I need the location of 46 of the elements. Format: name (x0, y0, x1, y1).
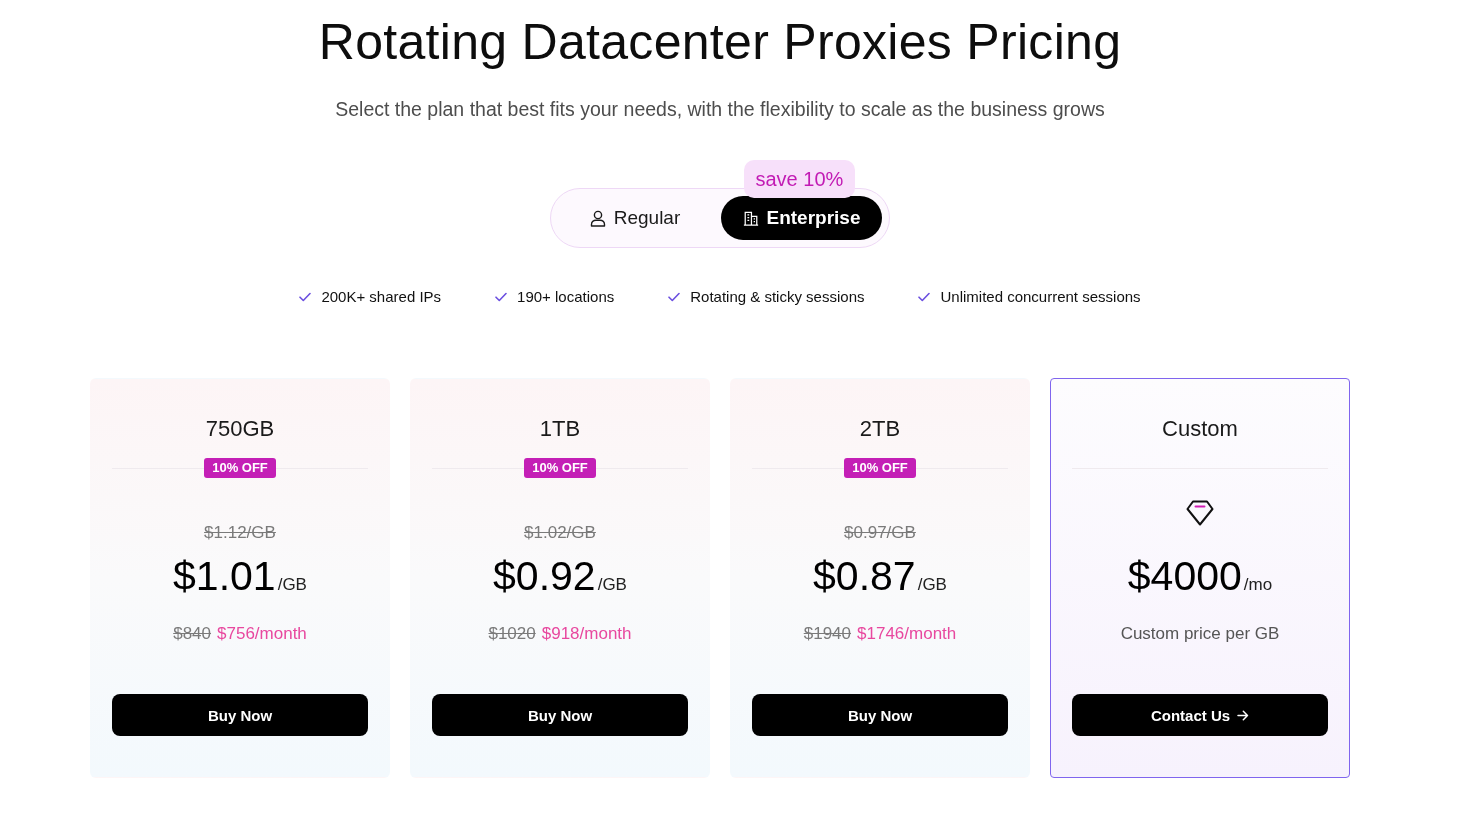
old-monthly-price: $1020 (488, 624, 536, 644)
check-icon (668, 292, 681, 302)
old-monthly-price: $840 (173, 624, 211, 644)
monthly-price: $756/month (217, 624, 307, 644)
plan-price: $4000 (1127, 552, 1242, 600)
price-unit: /GB (917, 575, 947, 595)
price-unit: /GB (597, 575, 627, 595)
person-icon (589, 209, 606, 227)
plan-price: $0.92 (493, 552, 596, 600)
check-icon (495, 292, 508, 302)
plan-name: 2TB (859, 415, 901, 443)
arrow-right-icon (1237, 709, 1250, 721)
discount-badge: 10% OFF (524, 458, 596, 478)
feature-text: Unlimited concurrent sessions (940, 287, 1141, 307)
check-icon (299, 292, 312, 302)
monthly-price: $1746/month (857, 624, 957, 644)
old-price: $1.12/GB (204, 522, 276, 544)
price-unit: /GB (277, 575, 307, 595)
feature-text: Rotating & sticky sessions (690, 287, 865, 307)
discount-badge: 10% OFF (204, 458, 276, 478)
plan-name: 1TB (539, 415, 581, 443)
price-unit: /mo (1243, 575, 1273, 595)
plan-name: Custom (1162, 415, 1238, 443)
building-icon (742, 209, 759, 227)
old-price: $0.97/GB (844, 522, 916, 544)
check-icon (918, 292, 931, 302)
monthly-price: $918/month (541, 624, 632, 644)
diamond-icon (1186, 500, 1214, 526)
plan-type-tab[interactable]: Enterprise (720, 196, 883, 240)
plan-price: $1.01 (173, 552, 276, 600)
contact-us-button[interactable]: Contact Us (1072, 694, 1328, 736)
page-title: Rotating Datacenter Proxies Pricing (318, 14, 1122, 70)
buy-now-button[interactable]: Buy Now (752, 694, 1008, 736)
price-note: Custom price per GB (1120, 624, 1280, 644)
plan-price: $0.87 (813, 552, 916, 600)
buy-now-button[interactable]: Buy Now (112, 694, 368, 736)
discount-badge: 10% OFF (844, 458, 916, 478)
buy-now-button[interactable]: Buy Now (432, 694, 688, 736)
feature-text: 190+ locations (517, 287, 615, 307)
old-monthly-price: $1940 (803, 624, 851, 644)
plan-type-tab[interactable]: Regular (557, 196, 713, 240)
plan-name: 750GB (205, 415, 275, 443)
page-subtitle: Select the plan that best fits your needs, with the flexibility to scale as the business grows (335, 97, 1105, 122)
feature-text: 200K+ shared IPs (321, 287, 442, 307)
save-badge: save 10% (743, 160, 856, 198)
old-price: $1.02/GB (524, 522, 596, 544)
